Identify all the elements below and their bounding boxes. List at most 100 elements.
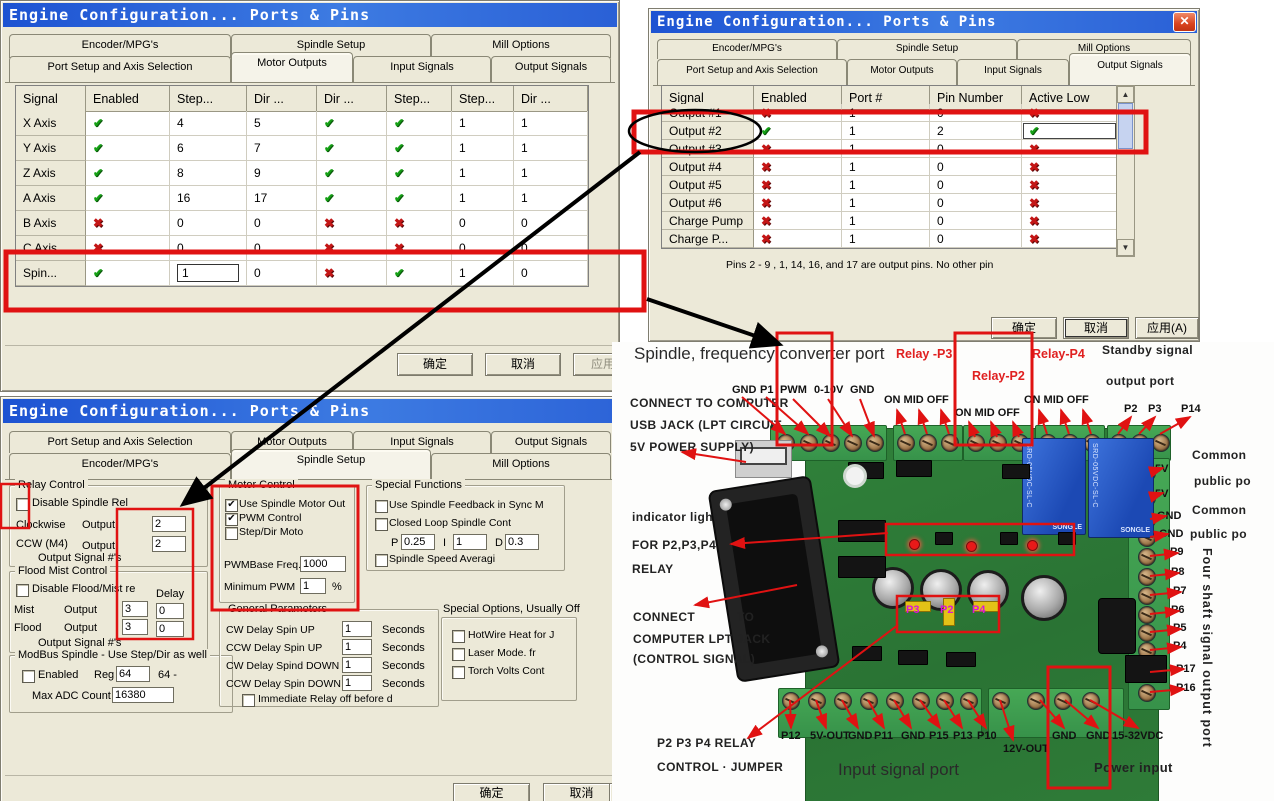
table-cell[interactable]: ✖ — [1022, 230, 1117, 248]
row-header[interactable]: Output #2 — [662, 122, 754, 140]
table-cell[interactable]: ✖ — [387, 236, 452, 261]
tab-port-setup[interactable]: Port Setup and Axis Selection — [657, 59, 847, 85]
table-cell[interactable]: 0 — [930, 158, 1022, 176]
table-cell[interactable]: 4 — [170, 111, 247, 136]
scroll-down-icon[interactable]: ▼ — [1117, 239, 1134, 256]
titlebar[interactable]: Engine Configuration... Ports & Pins — [3, 3, 617, 27]
i-field[interactable] — [453, 534, 487, 550]
column-header[interactable]: Enabled — [86, 86, 170, 112]
row-header[interactable]: Output #4 — [662, 158, 754, 176]
table-cell[interactable]: ✔ — [387, 136, 452, 161]
table-cell[interactable]: 6 — [170, 136, 247, 161]
table-cell[interactable]: 1 — [514, 186, 588, 211]
torch-volts-checkbox[interactable] — [452, 666, 465, 679]
row-header[interactable]: Output #6 — [662, 194, 754, 212]
tab-motor-outputs[interactable]: Motor Outputs — [847, 59, 957, 85]
cancel-button[interactable]: 取消 — [1063, 317, 1129, 339]
table-cell[interactable]: ✔ — [387, 111, 452, 136]
table-cell[interactable]: ✔ — [317, 136, 387, 161]
cw-up-field[interactable] — [342, 621, 372, 637]
column-header[interactable]: Dir ... — [247, 86, 317, 112]
cw-down-field[interactable] — [342, 657, 372, 673]
close-icon[interactable]: ✕ — [1173, 12, 1196, 32]
immediate-relay-checkbox[interactable] — [242, 694, 255, 707]
row-header[interactable]: C Axis — [16, 236, 86, 261]
disable-flood-checkbox[interactable] — [16, 584, 29, 597]
table-cell[interactable]: ✖ — [754, 230, 842, 248]
table-cell[interactable]: 9 — [247, 161, 317, 186]
ccw-down-field[interactable] — [342, 675, 372, 691]
table-cell[interactable]: 2 — [930, 122, 1022, 140]
table-cell[interactable]: ✖ — [1022, 212, 1117, 230]
table-cell[interactable]: 1 — [452, 111, 514, 136]
table-cell[interactable]: 1 — [842, 230, 930, 248]
table-cell[interactable]: 0 — [452, 211, 514, 236]
reg-field[interactable] — [116, 666, 150, 682]
pwm-control-checkbox[interactable] — [225, 513, 238, 526]
minimum-pwm-field[interactable] — [300, 578, 326, 594]
table-cell[interactable]: ✖ — [754, 194, 842, 212]
table-cell[interactable]: ✔ — [387, 186, 452, 211]
table-cell[interactable]: ✔ — [317, 111, 387, 136]
table-cell[interactable]: ✔ — [1022, 122, 1117, 140]
tab-output-signals[interactable]: Output Signals — [1069, 53, 1191, 85]
table-cell[interactable]: ✖ — [754, 140, 842, 158]
table-cell[interactable]: ✖ — [1022, 158, 1117, 176]
row-header[interactable]: Charge Pump — [662, 212, 754, 230]
table-cell[interactable]: ✖ — [754, 158, 842, 176]
table-cell[interactable]: ✔ — [387, 161, 452, 186]
table-cell[interactable]: 0 — [452, 236, 514, 261]
tab-output-signals[interactable]: Output Signals — [491, 431, 611, 453]
table-cell[interactable]: 1 — [514, 136, 588, 161]
tab-motor-outputs[interactable]: Motor Outputs — [231, 52, 353, 82]
table-cell[interactable]: 0 — [170, 211, 247, 236]
table-cell[interactable]: ✔ — [86, 186, 170, 211]
flood-delay-field[interactable] — [156, 621, 184, 637]
column-header[interactable]: Dir ... — [317, 86, 387, 112]
table-cell[interactable]: ✖ — [1022, 140, 1117, 158]
table-cell[interactable]: 1 — [452, 161, 514, 186]
row-header[interactable]: Charge P... — [662, 230, 754, 248]
table-cell[interactable]: ✔ — [387, 261, 452, 286]
table-cell[interactable]: ✖ — [317, 236, 387, 261]
table-cell[interactable]: 1 — [514, 161, 588, 186]
row-header[interactable]: Spin... — [16, 261, 86, 286]
table-cell[interactable]: 1 — [452, 186, 514, 211]
table-cell[interactable]: 1 — [842, 140, 930, 158]
table-cell[interactable]: ✔ — [86, 111, 170, 136]
scroll-thumb[interactable] — [1118, 103, 1133, 149]
tab-encoder-mpgs[interactable]: Encoder/MPG's — [657, 39, 837, 59]
table-cell[interactable]: ✖ — [754, 176, 842, 194]
row-header[interactable]: B Axis — [16, 211, 86, 236]
table-cell[interactable]: 1 — [514, 111, 588, 136]
table-cell[interactable]: ✔ — [86, 161, 170, 186]
tab-input-signals[interactable]: Input Signals — [353, 56, 491, 82]
spindle-feedback-checkbox[interactable] — [375, 500, 388, 513]
tab-input-signals[interactable]: Input Signals — [957, 59, 1069, 85]
table-cell[interactable]: 0 — [930, 176, 1022, 194]
table-cell[interactable]: 1 — [842, 122, 930, 140]
table-cell[interactable]: ✔ — [86, 261, 170, 286]
tab-output-signals[interactable]: Output Signals — [491, 56, 611, 82]
ok-button[interactable]: 确定 — [991, 317, 1057, 339]
table-cell[interactable]: ✔ — [86, 136, 170, 161]
column-header[interactable]: Step... — [170, 86, 247, 112]
table-cell[interactable]: 17 — [247, 186, 317, 211]
table-cell[interactable]: ✖ — [86, 236, 170, 261]
table-cell[interactable]: 0 — [247, 211, 317, 236]
table-cell[interactable]: ✖ — [754, 104, 842, 122]
laser-mode-checkbox[interactable] — [452, 648, 465, 661]
tab-spindle-setup[interactable]: Spindle Setup — [231, 449, 431, 479]
pwmbase-field[interactable] — [300, 556, 346, 572]
table-cell[interactable]: ✖ — [754, 212, 842, 230]
speed-averaging-checkbox[interactable] — [375, 554, 388, 567]
table-cell[interactable]: 0 — [247, 236, 317, 261]
modbus-enabled-checkbox[interactable] — [22, 670, 35, 683]
apply-button[interactable]: 应用(A) — [1135, 317, 1199, 339]
row-header[interactable]: Output #3 — [662, 140, 754, 158]
table-cell[interactable]: 1 — [842, 176, 930, 194]
table-cell[interactable]: 0 — [930, 230, 1022, 248]
table-cell[interactable]: ✖ — [86, 211, 170, 236]
mist-output-field[interactable] — [122, 601, 148, 617]
table-cell[interactable]: ✖ — [1022, 104, 1117, 122]
